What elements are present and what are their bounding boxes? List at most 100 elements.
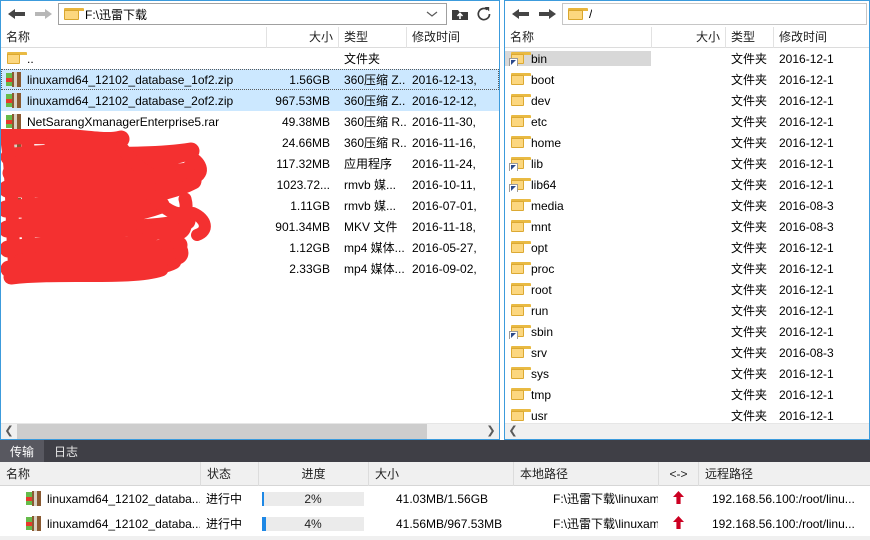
table-row[interactable]: sbin 文件夹 2016-12-1	[505, 321, 869, 342]
file-name-cell[interactable]: sys	[505, 366, 651, 381]
remote-horizontal-scrollbar[interactable]: ❮	[505, 423, 869, 439]
file-date-cell: 2016-05-27,	[412, 240, 477, 255]
table-row[interactable]: mnt 文件夹 2016-08-3	[505, 216, 869, 237]
file-name-cell[interactable]: opt	[505, 240, 651, 255]
table-row[interactable]: home 文件夹 2016-12-1	[505, 132, 869, 153]
table-row[interactable]: dev 文件夹 2016-12-1	[505, 90, 869, 111]
table-row[interactable]: linuxamd64_12102_database_1of2.zip 1.56GB…	[1, 69, 499, 90]
table-row[interactable]: 1.11GB rmvb 媒... 2016-07-01,	[1, 195, 499, 216]
local-header-date[interactable]: 修改时间	[406, 26, 499, 48]
file-name-cell[interactable]: bin	[505, 51, 651, 66]
table-row[interactable]: bin 文件夹 2016-12-1	[505, 48, 869, 69]
file-name-cell[interactable]: etc	[505, 114, 651, 129]
chevron-down-icon[interactable]	[421, 4, 443, 24]
remote-header-size[interactable]: 大小	[651, 26, 725, 48]
file-name-cell[interactable]: boot	[505, 72, 651, 87]
table-row[interactable]: NetSarangXmanagerEnterprise5.rar 49.38MB 3…	[1, 111, 499, 132]
local-path-input[interactable]: F:\迅雷下载	[58, 3, 447, 25]
file-name-cell[interactable]	[1, 156, 266, 171]
file-name-cell[interactable]	[1, 219, 266, 234]
file-name-label: sys	[531, 366, 549, 381]
transfer-header-name[interactable]: 名称	[0, 462, 200, 486]
file-name-cell[interactable]: sbin	[505, 324, 651, 339]
table-row[interactable]: boot 文件夹 2016-12-1	[505, 69, 869, 90]
file-name-cell[interactable]: usr	[505, 408, 651, 423]
refresh-icon[interactable]	[473, 4, 495, 24]
file-name-cell[interactable]	[1, 261, 266, 276]
file-name-cell[interactable]	[1, 135, 266, 150]
file-name-cell[interactable]	[1, 240, 266, 255]
folder-up-icon[interactable]	[449, 4, 471, 24]
back-button[interactable]	[510, 5, 532, 23]
table-row[interactable]: sys 文件夹 2016-12-1	[505, 363, 869, 384]
back-button[interactable]	[6, 5, 28, 23]
file-name-cell[interactable]: dev	[505, 93, 651, 108]
table-row[interactable]: media 文件夹 2016-08-3	[505, 195, 869, 216]
file-name-cell[interactable]: proc	[505, 261, 651, 276]
table-row[interactable]: linuxamd64_12102_database_2of2.zip 967.53…	[1, 90, 499, 111]
table-row[interactable]: root 文件夹 2016-12-1	[505, 279, 869, 300]
remote-header-date[interactable]: 修改时间	[773, 26, 869, 48]
file-name-label: run	[531, 303, 549, 318]
transfer-header-direction[interactable]: <->	[658, 461, 698, 486]
table-row[interactable]: run 文件夹 2016-12-1	[505, 300, 869, 321]
local-scroll-track[interactable]	[17, 423, 483, 439]
file-type-cell: 文件夹	[731, 304, 768, 318]
forward-button[interactable]	[32, 5, 54, 23]
table-row[interactable]: 1023.72... rmvb 媒... 2016-10-11,	[1, 174, 499, 195]
transfer-header-remote_path[interactable]: 远程路径	[698, 461, 858, 486]
chevron-right-icon[interactable]: ❯	[483, 424, 499, 440]
file-name-cell[interactable]: NetSarangXmanagerEnterprise5.rar	[1, 114, 266, 129]
table-row[interactable]: lib64 文件夹 2016-12-1	[505, 174, 869, 195]
file-name-cell[interactable]: lib64	[505, 177, 651, 192]
transfer-row[interactable]: linuxamd64_12102_databa... 进行中 4% 41.56MB/9…	[0, 511, 870, 536]
table-row[interactable]: etc 文件夹 2016-12-1	[505, 111, 869, 132]
file-name-cell[interactable]: linuxamd64_12102_database_2of2.zip	[1, 93, 266, 108]
file-name-cell[interactable]: run	[505, 303, 651, 318]
table-row[interactable]: srv 文件夹 2016-08-3	[505, 342, 869, 363]
transfer-row-list[interactable]: linuxamd64_12102_databa... 进行中 2% 41.03MB/1…	[0, 486, 870, 536]
local-header-size[interactable]: 大小	[266, 26, 338, 48]
table-row[interactable]: lib 文件夹 2016-12-1	[505, 153, 869, 174]
remote-header-type[interactable]: 类型	[725, 26, 773, 48]
chevron-left-icon[interactable]: ❮	[1, 424, 17, 440]
file-name-cell[interactable]: linuxamd64_12102_database_1of2.zip	[1, 72, 266, 87]
chevron-left-icon[interactable]: ❮	[505, 424, 521, 440]
local-header-name[interactable]: 名称	[1, 27, 266, 48]
table-row[interactable]: proc 文件夹 2016-12-1	[505, 258, 869, 279]
remote-scroll-track[interactable]	[521, 424, 869, 440]
file-name-cell[interactable]: ..	[1, 51, 266, 66]
local-horizontal-scrollbar[interactable]: ❮ ❯	[1, 423, 499, 439]
remote-file-list[interactable]: bin 文件夹 2016-12-1 boot 文件夹 2016-12-1 dev 文件夹 201…	[505, 48, 869, 439]
file-name-cell[interactable]: home	[505, 135, 651, 150]
file-name-cell[interactable]: mnt	[505, 219, 651, 234]
transfer-header-status[interactable]: 状态	[200, 461, 258, 486]
local-file-list[interactable]: .. 文件夹 linuxamd64_12102_database_1of2.zip 1…	[1, 48, 499, 439]
transfer-header-size[interactable]: 大小	[368, 461, 513, 486]
table-row[interactable]: 24.66MB 360压缩 R... 2016-11-16,	[1, 132, 499, 153]
table-row[interactable]: 2.33GB mp4 媒体... 2016-09-02,	[1, 258, 499, 279]
tab-transfers[interactable]: 传输	[0, 440, 45, 462]
table-row[interactable]: 1.12GB mp4 媒体... 2016-05-27,	[1, 237, 499, 258]
file-name-cell[interactable]: lib	[505, 156, 651, 171]
transfer-row[interactable]: linuxamd64_12102_databa... 进行中 2% 41.03MB/1…	[0, 486, 870, 511]
file-name-cell[interactable]: tmp	[505, 387, 651, 402]
local-header-type[interactable]: 类型	[338, 26, 406, 48]
local-scroll-thumb[interactable]	[17, 423, 427, 439]
forward-button[interactable]	[536, 5, 558, 23]
tab-log[interactable]: 日志	[44, 440, 88, 462]
file-name-cell[interactable]	[1, 177, 266, 192]
table-row[interactable]: .. 文件夹	[1, 48, 499, 69]
transfer-header-local_path[interactable]: 本地路径	[513, 461, 658, 486]
table-row[interactable]: tmp 文件夹 2016-12-1	[505, 384, 869, 405]
remote-path-input[interactable]: /	[562, 3, 867, 25]
table-row[interactable]: 117.32MB 应用程序 2016-11-24,	[1, 153, 499, 174]
table-row[interactable]: opt 文件夹 2016-12-1	[505, 237, 869, 258]
file-name-cell[interactable]: media	[505, 198, 651, 213]
file-name-cell[interactable]	[1, 198, 266, 213]
table-row[interactable]: 901.34MB MKV 文件 2016-11-18,	[1, 216, 499, 237]
remote-header-name[interactable]: 名称	[505, 27, 651, 48]
file-name-cell[interactable]: root	[505, 282, 651, 297]
file-name-cell[interactable]: srv	[505, 345, 651, 360]
transfer-header-progress[interactable]: 进度	[258, 461, 368, 486]
